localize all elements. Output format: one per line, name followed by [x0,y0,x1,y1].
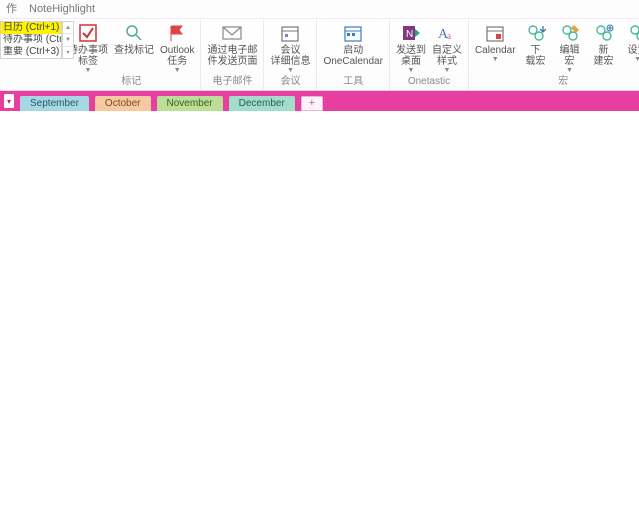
custom-styles-label: 自定义样式 [432,45,462,67]
ribbon-tab-left[interactable]: 作 [0,0,23,19]
checkbox-icon [77,22,99,44]
calendar-icon [279,22,301,44]
group-meeting: 会议详细信息 ▼ 会议 [264,19,317,90]
section-tab-strip: ▾ September October November December + [0,91,639,111]
styles-icon: Aa [436,22,458,44]
section-tab-december[interactable]: December [229,96,295,111]
download-macros-label: 下载宏 [526,45,546,67]
gallery-expand-icon[interactable]: ▾ [63,47,73,58]
search-tag-icon [123,22,145,44]
svg-text:a: a [447,31,451,41]
new-macro-label: 新建宏 [594,45,614,67]
calendar-macro-label: Calendar [475,45,516,56]
group-onetastic-label: Onetastic [394,76,464,90]
outlook-tasks-button[interactable]: Outlook任务 ▼ [158,21,196,75]
chevron-down-icon: ▼ [407,68,414,74]
macro-settings-label: 设置 [628,45,639,56]
section-tab-september[interactable]: September [20,96,89,111]
gears-settings-icon [627,22,639,44]
chevron-down-icon: ▼ [85,68,92,74]
calendar-macro-button[interactable]: Calendar ▼ [473,21,518,64]
launch-calendar-icon [342,22,364,44]
flag-icon [166,22,188,44]
send-to-desktop-label: 发送到桌面 [396,45,426,67]
todo-tag-label: 待办事项标签 [68,45,108,67]
tag-item-calendar[interactable]: 日历 (Ctrl+1) [1,22,61,34]
calendar2-icon [484,22,506,44]
edit-macros-button[interactable]: 编辑宏 ▼ [554,21,586,75]
gears-new-icon [593,22,615,44]
group-macros-label: 宏 [473,76,639,90]
group-tags-label: 标记 [66,76,196,90]
outlook-tasks-label: Outlook任务 [160,45,194,67]
onecalendar-label: 启动OneCalendar [323,45,382,67]
chevron-down-icon: ▼ [492,57,499,63]
email-page-label: 通过电子邮件发送页面 [207,45,257,67]
email-page-button[interactable]: 通过电子邮件发送页面 [205,21,259,68]
chevron-down-icon: ▼ [287,68,294,74]
section-tab-november[interactable]: November [157,96,223,111]
chevron-down-icon: ▼ [634,57,639,63]
tag-gallery-list: 日历 (Ctrl+1) 待办事项 (Ctrl+2) 重要 (Ctrl+3) [0,21,62,59]
envelope-icon [221,22,243,44]
group-macros: Calendar ▼ 下载宏 编辑宏 ▼ 新建宏 [469,19,639,90]
group-tools: 启动OneCalendar 工具 [317,19,389,90]
add-section-button[interactable]: + [301,96,323,111]
custom-styles-button[interactable]: Aa 自定义样式 ▼ [430,21,464,75]
find-tags-label: 查找标记 [114,45,154,56]
group-tools-label: 工具 [321,76,384,90]
group-meeting-label: 会议 [268,76,312,90]
gears-edit-icon [559,22,581,44]
tag-item-todo[interactable]: 待办事项 (Ctrl+2) [1,34,61,46]
chevron-down-icon: ▾ [7,97,11,106]
group-email: 通过电子邮件发送页面 电子邮件 [201,19,264,90]
macro-settings-button[interactable]: 设置 ▼ [622,21,639,64]
section-tab-october[interactable]: October [95,96,151,111]
chevron-down-icon: ▼ [566,68,573,74]
chevron-down-icon: ▼ [443,68,450,74]
meeting-details-label: 会议详细信息 [270,45,310,67]
find-tags-button[interactable]: 查找标记 [112,21,156,57]
meeting-details-button[interactable]: 会议详细信息 ▼ [268,21,312,75]
gears-download-icon [525,22,547,44]
group-tags: 待办事项标签 ▼ 查找标记 Outlook任务 ▼ 标记 [62,19,201,90]
new-macro-button[interactable]: 新建宏 [588,21,620,68]
notebook-expander[interactable]: ▾ [4,94,14,108]
download-macros-button[interactable]: 下载宏 [520,21,552,68]
group-onetastic: N 发送到桌面 ▼ Aa 自定义样式 ▼ Onetastic [390,19,469,90]
ribbon-tabs: 作 NoteHighlight [0,0,639,19]
ribbon: 日历 (Ctrl+1) 待办事项 (Ctrl+2) 重要 (Ctrl+3) ▲ … [0,19,639,91]
edit-macros-label: 编辑宏 [560,45,580,67]
tag-item-important[interactable]: 重要 (Ctrl+3) [1,46,61,58]
page-canvas[interactable] [0,111,639,516]
ribbon-tab-notehighlight[interactable]: NoteHighlight [23,0,101,19]
svg-text:N: N [406,29,413,40]
send-to-desktop-button[interactable]: N 发送到桌面 ▼ [394,21,428,75]
onenote-icon: N [400,22,422,44]
tag-gallery[interactable]: 日历 (Ctrl+1) 待办事项 (Ctrl+2) 重要 (Ctrl+3) ▲ … [0,21,62,76]
scroll-down-icon[interactable]: ▼ [63,34,73,46]
chevron-down-icon: ▼ [174,68,181,74]
tag-gallery-scroller: ▲ ▼ ▾ [62,21,74,59]
scroll-up-icon[interactable]: ▲ [63,22,73,34]
group-email-label: 电子邮件 [205,76,259,90]
onecalendar-button[interactable]: 启动OneCalendar [321,21,384,68]
